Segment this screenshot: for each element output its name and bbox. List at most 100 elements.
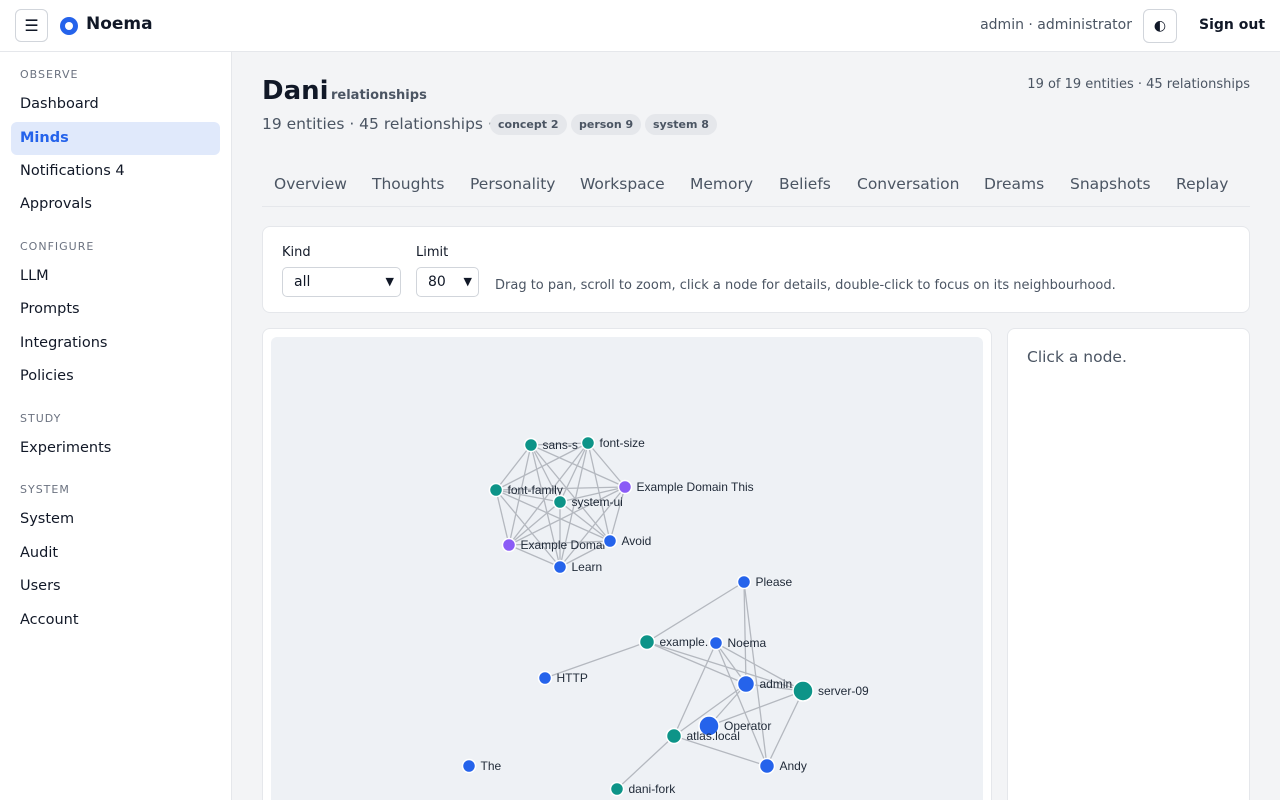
sidebar-item-minds[interactable]: Minds (11, 122, 220, 155)
node-label: atlas.local (687, 729, 740, 743)
menu-icon[interactable]: ☰ (15, 9, 48, 42)
node-circle[interactable] (665, 727, 683, 745)
limit-select-value: 80 (428, 274, 446, 290)
node-label: font-size (600, 436, 646, 450)
theme-toggle-icon[interactable]: ◐ (1143, 9, 1177, 43)
node-circle[interactable] (638, 633, 656, 651)
sidebar-item-dashboard[interactable]: Dashboard (11, 88, 220, 121)
sidebar-item-system[interactable]: System (11, 503, 220, 536)
sidebar-item-experiments[interactable]: Experiments (11, 432, 220, 465)
sidebar-item-prompts[interactable]: Prompts (11, 293, 220, 326)
pill-person[interactable]: person 9 (571, 114, 642, 135)
graph-node-sans-s[interactable]: sans-s (523, 437, 578, 453)
tab-workspace[interactable]: Workspace (580, 175, 665, 193)
node-label: admin (760, 677, 793, 691)
graph-node-font-family[interactable]: font-family (488, 482, 563, 498)
node-circle[interactable] (552, 494, 568, 510)
graph-node-atlas[interactable]: atlas.local (665, 727, 740, 745)
tab-snapshots[interactable]: Snapshots (1070, 175, 1151, 193)
chevron-down-icon: ▼ (385, 275, 394, 288)
graph-node-andy[interactable]: Andy (758, 757, 807, 775)
node-circle[interactable] (501, 537, 517, 553)
graph-node-the[interactable]: The (461, 758, 502, 774)
graph-node-noema[interactable]: Noema (708, 635, 767, 651)
graph-node-admin[interactable]: admin (736, 674, 793, 694)
graph-node-please[interactable]: Please (736, 574, 793, 590)
graph-node-ex-domain-this[interactable]: Example Domain This (617, 479, 754, 495)
node-label: server-09 (818, 684, 869, 698)
node-label: Avoid (622, 534, 652, 548)
graph-node-server-09[interactable]: server-09 (792, 680, 869, 702)
node-label: Example Domai (521, 538, 606, 552)
graph-node-font-size[interactable]: font-size (580, 435, 646, 451)
node-circle[interactable] (580, 435, 596, 451)
section-study: STUDY (20, 412, 62, 425)
filter-panel: Kind all ▼ Limit 80 ▼ Drag to pan, scrol… (262, 226, 1250, 313)
node-circle[interactable] (617, 479, 633, 495)
node-label: dani-fork (629, 782, 677, 796)
limit-select[interactable]: 80 ▼ (416, 267, 479, 297)
node-circle[interactable] (523, 437, 539, 453)
section-system: SYSTEM (20, 483, 70, 496)
node-circle[interactable] (602, 533, 618, 549)
node-detail-panel: Click a node. (1007, 328, 1250, 800)
kind-select-value: all (294, 274, 311, 290)
pill-system[interactable]: system 8 (645, 114, 717, 135)
tab-thoughts[interactable]: Thoughts (372, 175, 444, 193)
sidebar-item-notifications[interactable]: Notifications 4 (11, 155, 220, 188)
sidebar-item-policies[interactable]: Policies (11, 360, 220, 393)
brand-name[interactable]: Noema (86, 14, 153, 34)
kind-label: Kind (282, 245, 311, 260)
graph-hint: Drag to pan, scroll to zoom, click a nod… (495, 278, 1116, 293)
section-observe: OBSERVE (20, 68, 79, 81)
graph-canvas[interactable]: sans-s font-size font-family system-ui Examp… (271, 337, 983, 800)
top-bar: ☰ Noema admin · administrator ◐ Sign out (0, 0, 1280, 52)
tab-personality[interactable]: Personality (470, 175, 555, 193)
node-circle[interactable] (736, 574, 752, 590)
page-subtitle: relationships (331, 88, 427, 103)
node-label: HTTP (557, 671, 588, 685)
node-circle[interactable] (609, 781, 625, 797)
node-label: Please (756, 575, 793, 589)
tab-bar: Overview Thoughts Personality Workspace … (262, 163, 1250, 207)
node-circle[interactable] (537, 670, 553, 686)
tab-dreams[interactable]: Dreams (984, 175, 1044, 193)
sidebar-item-approvals[interactable]: Approvals (11, 188, 220, 221)
tab-memory[interactable]: Memory (690, 175, 753, 193)
graph-node-dani-fork[interactable]: dani-fork (609, 781, 677, 797)
node-label: Andy (780, 759, 807, 773)
node-circle[interactable] (758, 757, 776, 775)
node-circle[interactable] (792, 680, 814, 702)
sidebar-item-users[interactable]: Users (11, 570, 220, 603)
limit-label: Limit (416, 245, 449, 260)
sidebar: OBSERVE Dashboard Minds Notifications 4 … (0, 52, 232, 800)
graph-node-system-ui[interactable]: system-ui (552, 494, 623, 510)
relationship-graph[interactable]: sans-s font-size font-family system-ui Examp… (271, 337, 983, 800)
graph-node-learn[interactable]: Learn (552, 559, 603, 575)
sidebar-item-integrations[interactable]: Integrations (11, 327, 220, 360)
section-configure: CONFIGURE (20, 240, 95, 253)
graph-node-http[interactable]: HTTP (537, 670, 588, 686)
tab-conversation[interactable]: Conversation (857, 175, 959, 193)
node-circle[interactable] (736, 674, 756, 694)
sidebar-item-llm[interactable]: LLM (11, 260, 220, 293)
tab-replay[interactable]: Replay (1176, 175, 1228, 193)
node-label: Learn (572, 560, 603, 574)
graph-node-avoid[interactable]: Avoid (602, 533, 652, 549)
node-circle[interactable] (488, 482, 504, 498)
node-label: system-ui (572, 495, 623, 509)
pill-concept[interactable]: concept 2 (490, 114, 567, 135)
tab-overview[interactable]: Overview (274, 175, 347, 193)
sidebar-item-audit[interactable]: Audit (11, 537, 220, 570)
node-circle[interactable] (708, 635, 724, 651)
counts-summary: 19 of 19 entities · 45 relationships (1027, 77, 1250, 92)
tab-beliefs[interactable]: Beliefs (779, 175, 831, 193)
node-circle[interactable] (461, 758, 477, 774)
graph-node-example[interactable]: example. (638, 633, 709, 651)
kind-select[interactable]: all ▼ (282, 267, 401, 297)
detail-placeholder: Click a node. (1027, 348, 1127, 366)
node-circle[interactable] (552, 559, 568, 575)
node-label: sans-s (543, 438, 578, 452)
sidebar-item-account[interactable]: Account (11, 604, 220, 637)
sign-out-button[interactable]: Sign out (1199, 17, 1265, 33)
